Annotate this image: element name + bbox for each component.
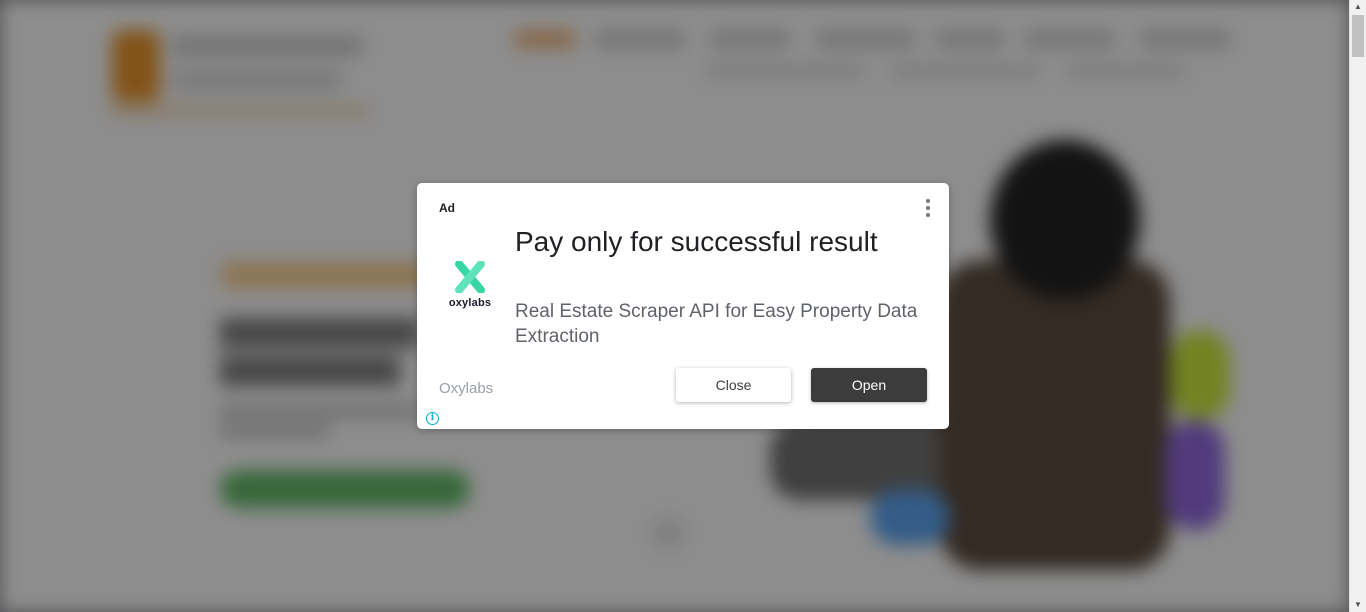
more-vert-icon[interactable] [920, 197, 936, 219]
oxylabs-x-icon [455, 261, 485, 293]
scroll-down-icon[interactable]: ▼ [1350, 598, 1366, 612]
page-scrollbar[interactable]: ▲ ▼ [1349, 0, 1366, 612]
ad-headline[interactable]: Pay only for successful result [515, 223, 915, 260]
close-button[interactable]: Close [676, 368, 791, 402]
open-button[interactable]: Open [811, 368, 927, 402]
ad-description[interactable]: Real Estate Scraper API for Easy Propert… [515, 299, 935, 349]
info-icon[interactable]: i [426, 412, 439, 425]
kebab-dot [926, 206, 930, 210]
scroll-up-icon[interactable]: ▲ [1350, 0, 1366, 14]
kebab-dot [926, 213, 930, 217]
kebab-dot [926, 199, 930, 203]
ad-label: Ad [439, 201, 455, 215]
advertiser-name[interactable]: Oxylabs [439, 380, 493, 397]
advertiser-logo-text: oxylabs [448, 297, 492, 309]
scrollbar-thumb[interactable] [1352, 15, 1364, 57]
interstitial-ad: Ad oxylabs Pay only for successful resul… [417, 183, 949, 429]
advertiser-logo[interactable]: oxylabs [443, 259, 497, 313]
